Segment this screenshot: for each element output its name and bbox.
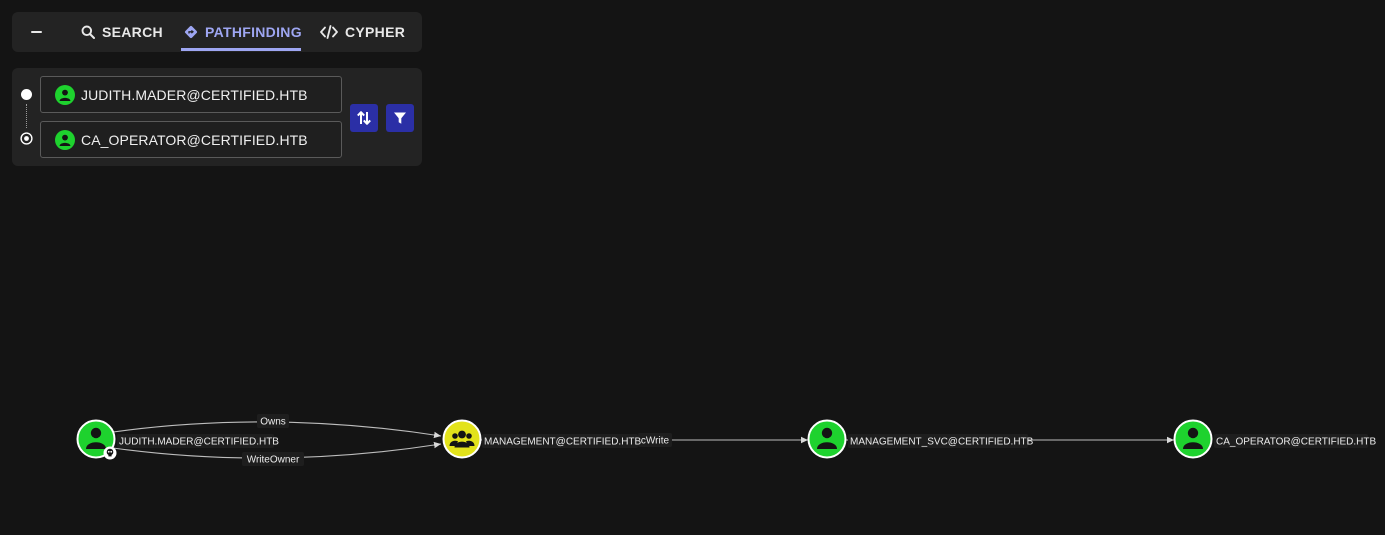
node-label: MANAGEMENT@CERTIFIED.HTB: [484, 437, 642, 448]
graph-canvas[interactable]: Owns WriteOwner cWrite JUDITH.MADER@CERT…: [0, 0, 1385, 535]
graph-edge-owns[interactable]: Owns: [112, 414, 442, 439]
graph-node-management[interactable]: MANAGEMENT@CERTIFIED.HTB: [442, 419, 642, 459]
graph-node-management-svc[interactable]: MANAGEMENT_SVC@CERTIFIED.HTB: [807, 419, 1034, 459]
node-label: CA_OPERATOR@CERTIFIED.HTB: [1216, 437, 1377, 448]
edge-label: Owns: [260, 417, 286, 428]
edge-label: WriteOwner: [247, 455, 300, 466]
graph-node-ca-operator[interactable]: CA_OPERATOR@CERTIFIED.HTB: [1173, 419, 1377, 459]
edge-label: cWrite: [641, 436, 670, 447]
node-label: JUDITH.MADER@CERTIFIED.HTB: [119, 437, 279, 448]
node-label: MANAGEMENT_SVC@CERTIFIED.HTB: [850, 437, 1034, 448]
owned-skull-badge-icon: [103, 446, 117, 460]
